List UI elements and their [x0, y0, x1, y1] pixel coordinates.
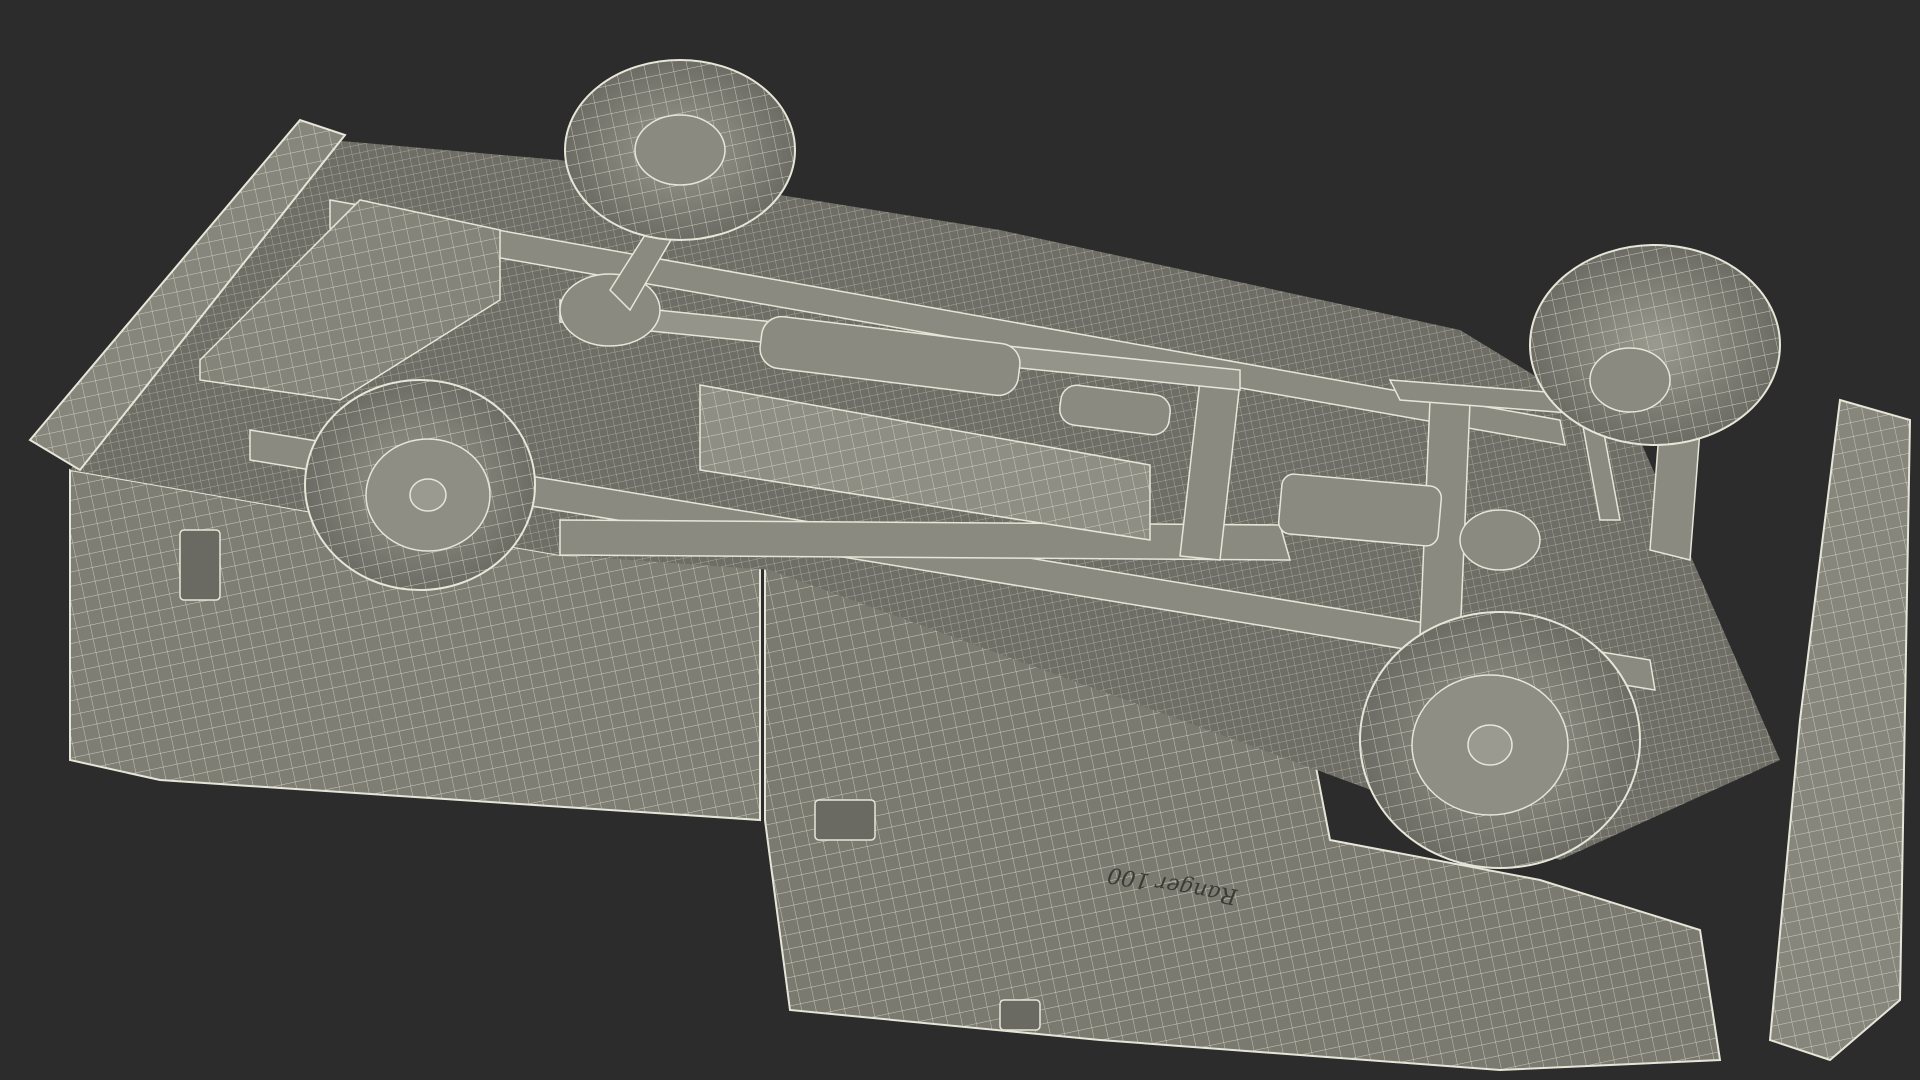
wheel-rear-top	[564, 59, 796, 241]
wheel-front-bottom	[1359, 611, 1641, 869]
wheel-front-top	[1529, 244, 1781, 446]
wireframe-truck-render: Ranger 100	[0, 0, 1920, 1080]
wheel-rear-bottom	[304, 379, 536, 591]
